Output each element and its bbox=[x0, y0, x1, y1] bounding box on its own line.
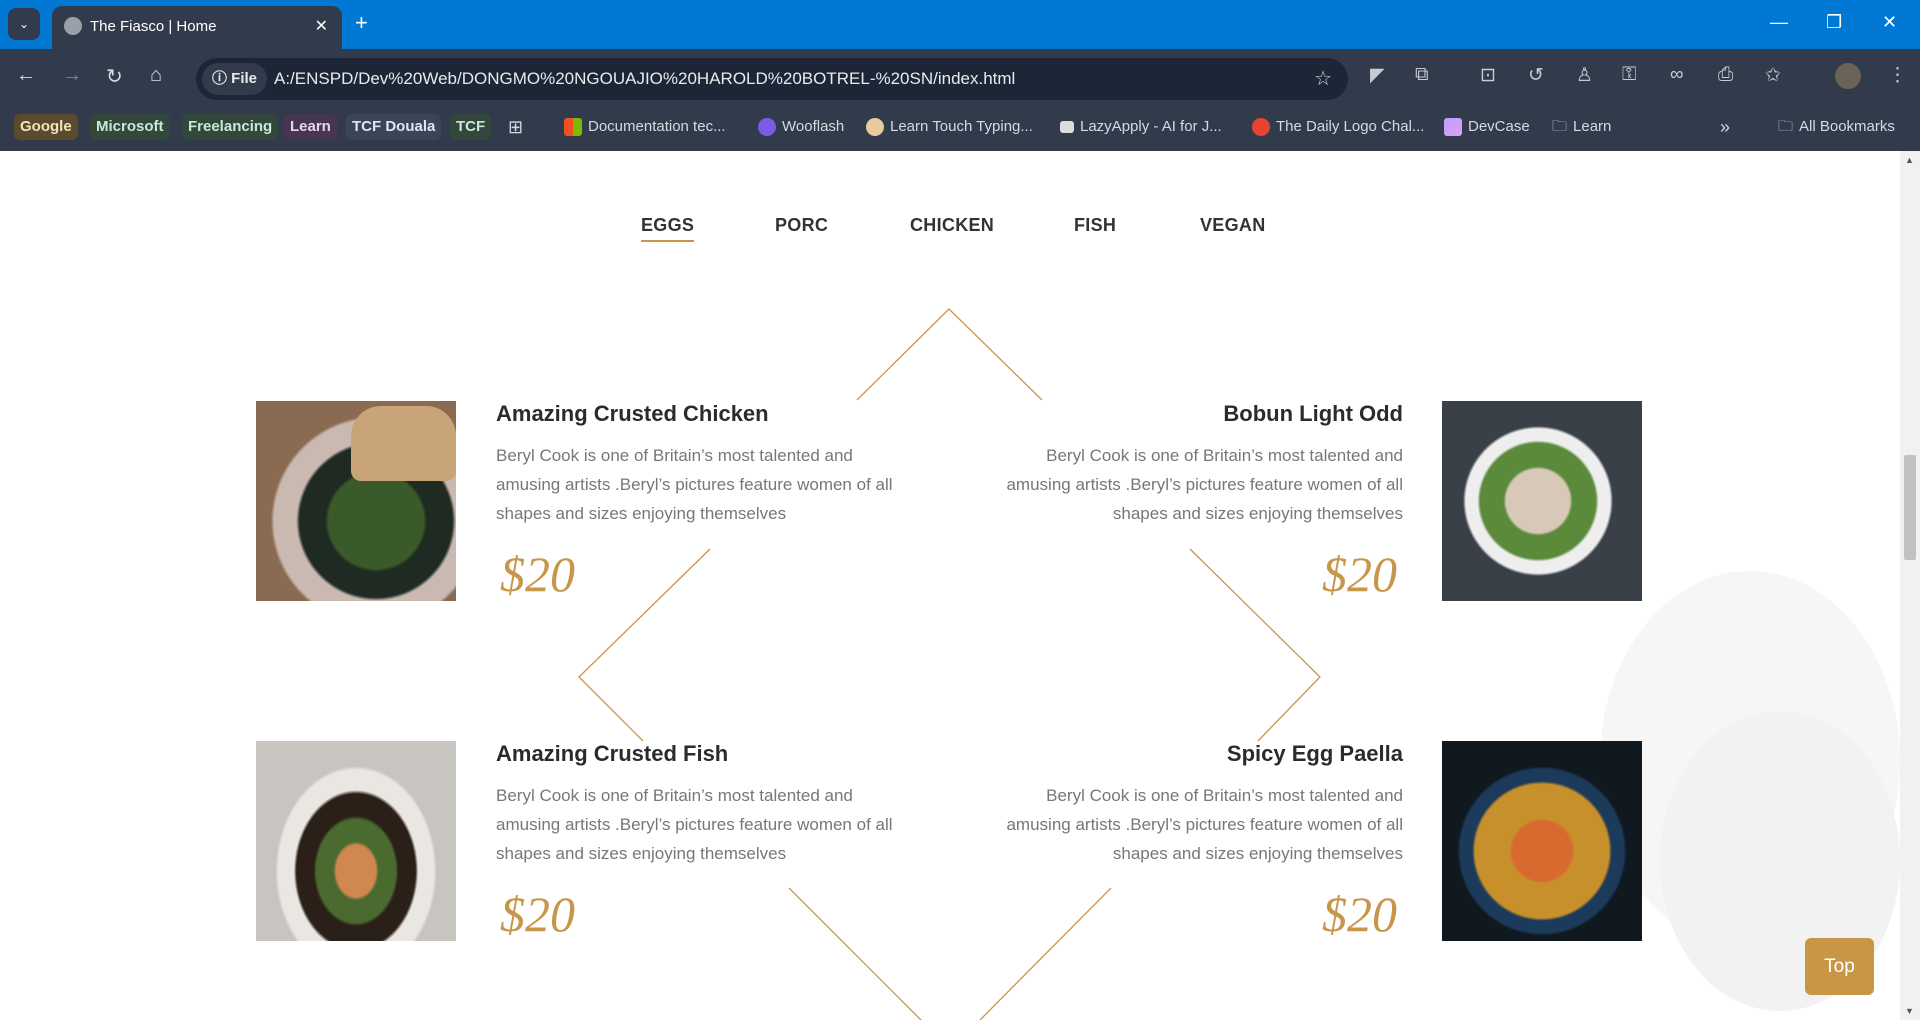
menu-dots-icon[interactable]: ⋮ bbox=[1888, 64, 1907, 87]
all-bookmarks-label: All Bookmarks bbox=[1799, 118, 1895, 135]
apps-grid-icon[interactable]: ⊞ bbox=[508, 114, 523, 140]
bookmark-group-freelancing[interactable]: Freelancing bbox=[182, 114, 279, 140]
dish-image-crusted-fish bbox=[256, 741, 456, 941]
dish-image-crusted-chicken bbox=[256, 401, 456, 601]
extensions-puzzle-icon[interactable]: ⧉ bbox=[1415, 64, 1429, 86]
tab-search-button[interactable]: ⌄ bbox=[8, 8, 40, 40]
bookmark-label: Learn bbox=[1573, 118, 1612, 135]
bookmark-label: Wooflash bbox=[782, 118, 845, 135]
tab-title: The Fiasco | Home bbox=[90, 18, 217, 35]
bookmark-label: LazyApply - AI for J... bbox=[1080, 118, 1222, 135]
item-price: $20 bbox=[1322, 886, 1397, 942]
item-description: Beryl Cook is one of Britain’s most tale… bbox=[496, 786, 893, 863]
bookmark-group-learn[interactable]: Learn bbox=[284, 114, 337, 140]
item-price: $20 bbox=[500, 886, 575, 942]
screenshot-icon[interactable]: ⊡ bbox=[1480, 64, 1496, 87]
folder-icon: 🗀 bbox=[1778, 118, 1794, 135]
item-description: Beryl Cook is one of Britain’s most tale… bbox=[496, 446, 893, 523]
address-bar[interactable]: ⓘ File A:/ENSPD/Dev%20Web/DONGMO%20NGOUA… bbox=[196, 58, 1348, 100]
url-text[interactable]: A:/ENSPD/Dev%20Web/DONGMO%20NGOUAJIO%20H… bbox=[274, 69, 1015, 89]
item-title: Amazing Crusted Chicken bbox=[496, 401, 769, 426]
devcase-icon bbox=[1444, 118, 1462, 136]
bottom-right-line bbox=[979, 887, 1112, 1020]
site-info-chip[interactable]: ⓘ File bbox=[202, 63, 268, 95]
item-title: Bobun Light Odd bbox=[1223, 401, 1403, 426]
globe-icon bbox=[64, 17, 82, 35]
password-key-icon[interactable]: ⚿ bbox=[1622, 64, 1636, 86]
item-price: $20 bbox=[500, 546, 575, 602]
bookmark-folder-learn[interactable]: 🗀 Learn bbox=[1552, 114, 1611, 140]
item-price: $20 bbox=[1322, 546, 1397, 602]
incognito-icon[interactable]: ♙ bbox=[1576, 64, 1593, 87]
left-chevron-line bbox=[578, 548, 711, 742]
scroll-up-icon[interactable]: ▲ bbox=[1905, 155, 1914, 165]
lazyapply-icon bbox=[1060, 121, 1074, 133]
bookmarks-bar: Google Microsoft Freelancing Learn TCF D… bbox=[0, 108, 1920, 151]
bread-slice bbox=[351, 406, 456, 481]
bookmark-group-tcf[interactable]: TCF bbox=[450, 114, 492, 140]
close-window-button[interactable]: ✕ bbox=[1882, 12, 1897, 33]
folder-icon: 🗀 bbox=[1552, 118, 1568, 135]
bookmark-documentation[interactable]: Documentation tec... bbox=[564, 114, 726, 140]
all-bookmarks[interactable]: 🗀 All Bookmarks bbox=[1778, 114, 1895, 140]
profile-avatar[interactable] bbox=[1835, 63, 1861, 89]
typing-icon bbox=[866, 118, 884, 136]
favorites-icon[interactable]: ✩ bbox=[1765, 64, 1781, 87]
item-title: Amazing Crusted Fish bbox=[496, 741, 729, 766]
back-icon[interactable]: ← bbox=[16, 64, 36, 87]
history-icon[interactable]: ↺ bbox=[1528, 64, 1544, 87]
top-chevron-line bbox=[856, 308, 1043, 401]
item-description: Beryl Cook is one of Britain’s most tale… bbox=[1006, 786, 1403, 863]
bookmark-label: The Daily Logo Chal... bbox=[1276, 118, 1425, 135]
scroll-down-icon[interactable]: ▼ bbox=[1905, 1006, 1914, 1016]
reload-icon[interactable]: ↻ bbox=[106, 64, 123, 89]
bookmark-label: Learn Touch Typing... bbox=[890, 118, 1033, 135]
bookmark-label: Documentation tec... bbox=[588, 118, 726, 135]
microsoft-icon bbox=[564, 118, 582, 136]
bookmark-group-microsoft[interactable]: Microsoft bbox=[90, 114, 170, 140]
right-chevron-line bbox=[1189, 548, 1321, 742]
new-tab-button[interactable]: + bbox=[355, 10, 368, 36]
item-title: Spicy Egg Paella bbox=[1226, 741, 1403, 766]
extension-icon[interactable]: ◤ bbox=[1370, 64, 1385, 87]
bookmark-typing[interactable]: Learn Touch Typing... bbox=[866, 114, 1033, 140]
bookmark-wooflash[interactable]: Wooflash bbox=[758, 114, 844, 140]
home-icon[interactable]: ⌂ bbox=[150, 64, 162, 87]
toolbar: ← → ↻ ⌂ ⓘ File A:/ENSPD/Dev%20Web/DONGMO… bbox=[0, 49, 1920, 108]
wooflash-icon bbox=[758, 118, 776, 136]
bookmark-group-google[interactable]: Google bbox=[14, 114, 78, 140]
bookmark-daily-logo[interactable]: The Daily Logo Chal... bbox=[1252, 114, 1424, 140]
bookmark-lazyapply[interactable]: LazyApply - AI for J... bbox=[1060, 114, 1222, 140]
browser-tab[interactable]: The Fiasco | Home ✕ bbox=[52, 6, 342, 49]
item-description: Beryl Cook is one of Britain’s most tale… bbox=[1006, 446, 1403, 523]
print-icon[interactable]: ⎙ bbox=[1718, 64, 1733, 86]
forward-icon[interactable]: → bbox=[62, 64, 82, 87]
bottom-left-line bbox=[788, 887, 922, 1020]
bookmark-group-tcf-douala[interactable]: TCF Douala bbox=[346, 114, 442, 140]
bookmark-label: DevCase bbox=[1468, 118, 1530, 135]
dish-image-bobun bbox=[1442, 401, 1642, 601]
tab-bar: ⌄ The Fiasco | Home ✕ + — ❐ ✕ bbox=[0, 0, 1920, 49]
more-bookmarks-icon[interactable]: » bbox=[1720, 114, 1730, 140]
scrollbar-thumb[interactable] bbox=[1904, 455, 1916, 560]
scroll-to-top-button[interactable]: Top bbox=[1805, 938, 1874, 995]
dish-image-paella bbox=[1442, 741, 1642, 941]
link-icon[interactable]: ∞ bbox=[1670, 64, 1684, 86]
bookmark-devcase[interactable]: DevCase bbox=[1444, 114, 1530, 140]
page-content: EGGS PORC CHICKEN FISH VEGAN Amazing Cru… bbox=[0, 151, 1900, 1020]
bookmark-star-icon[interactable]: ☆ bbox=[1314, 66, 1332, 91]
minimize-button[interactable]: — bbox=[1770, 12, 1788, 33]
restore-button[interactable]: ❐ bbox=[1826, 12, 1842, 33]
close-tab-icon[interactable]: ✕ bbox=[315, 16, 328, 36]
daily-logo-icon bbox=[1252, 118, 1270, 136]
scrollbar[interactable]: ▲ ▼ bbox=[1900, 151, 1920, 1020]
file-label: File bbox=[231, 70, 258, 87]
